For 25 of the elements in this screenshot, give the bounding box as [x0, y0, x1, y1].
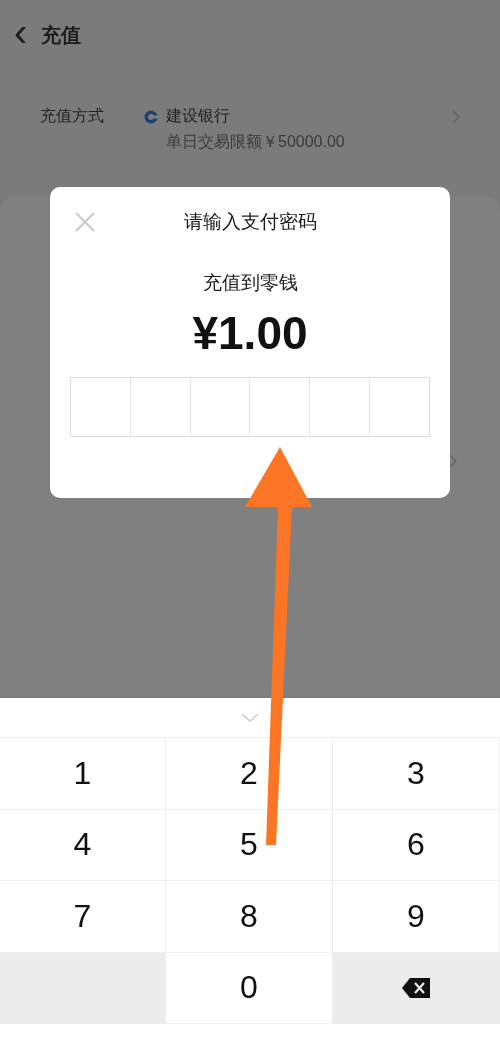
dialog-subtitle: 充值到零钱	[202, 271, 298, 295]
bank-logo-icon	[144, 109, 158, 124]
delete-key[interactable]	[333, 952, 500, 1024]
digit-key[interactable]: 2	[166, 738, 333, 810]
digit-key[interactable]: 8	[166, 881, 333, 953]
digit-key[interactable]: 5	[166, 809, 333, 881]
digit-key[interactable]: 3	[333, 738, 500, 810]
close-icon[interactable]	[75, 212, 95, 232]
amount-text: ¥1.00	[192, 306, 308, 361]
password-field[interactable]	[70, 377, 430, 437]
digit-key[interactable]: 7	[0, 881, 166, 953]
digit-key[interactable]: 4	[0, 809, 166, 881]
page-title: 充值	[41, 22, 82, 48]
digit-key[interactable]: 6	[333, 809, 500, 881]
digit-key[interactable]: 9	[333, 881, 500, 953]
bank-name[interactable]: 建设银行	[166, 106, 230, 127]
back-button[interactable]: ‹	[14, 12, 28, 52]
collapse-icon[interactable]	[241, 712, 259, 723]
dialog-title: 请输入支付密码	[183, 210, 317, 234]
field-label: 充值方式	[40, 106, 105, 126]
limit-text: 单日交易限额￥50000.00	[166, 132, 346, 152]
backspace-icon	[401, 976, 431, 999]
chevron-right-icon	[449, 454, 457, 468]
digit-key[interactable]: 1	[0, 738, 166, 810]
digit-key[interactable]: 0	[166, 952, 333, 1024]
